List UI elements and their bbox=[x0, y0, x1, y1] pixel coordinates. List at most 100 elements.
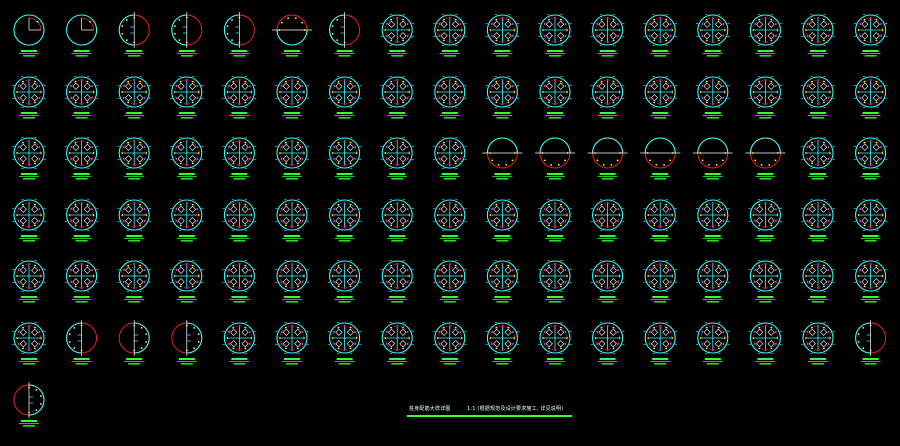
rebar-dot bbox=[774, 220, 777, 222]
rebar-dot bbox=[291, 164, 293, 166]
rebar-dot bbox=[301, 97, 304, 99]
pile-section-detail bbox=[169, 136, 204, 180]
pile-section-detail bbox=[748, 13, 783, 57]
rebar-dot bbox=[238, 325, 241, 327]
rebar-dot bbox=[89, 20, 91, 23]
rebar-dot bbox=[80, 226, 83, 228]
rebar-dot bbox=[511, 97, 514, 99]
rebar-dot bbox=[805, 91, 807, 93]
rebar-dot bbox=[396, 325, 399, 327]
quadrant-stirrup bbox=[241, 278, 249, 286]
quadrant-stirrup bbox=[820, 20, 828, 28]
rebar-dot bbox=[862, 326, 865, 329]
pile-section-detail bbox=[432, 198, 467, 242]
quadrant-stirrup bbox=[188, 82, 197, 90]
quadrant-stirrup bbox=[346, 94, 354, 102]
rebar-dot bbox=[827, 269, 830, 271]
rebar-dot bbox=[491, 343, 493, 345]
rebar-dot bbox=[244, 285, 247, 288]
quadrant-stirrup bbox=[767, 217, 775, 225]
rebar-dot bbox=[17, 146, 20, 148]
quadrant-stirrup bbox=[177, 94, 185, 102]
detail-scale-mark bbox=[864, 240, 877, 242]
quadrant-stirrup bbox=[19, 155, 27, 163]
rebar-dot bbox=[705, 285, 708, 288]
rebar-dot bbox=[596, 269, 599, 271]
pile-section-detail bbox=[169, 75, 204, 119]
pile-section-detail bbox=[432, 259, 467, 303]
rebar-dot bbox=[612, 326, 615, 329]
detail-scale-mark bbox=[338, 117, 351, 119]
quadrant-stirrup bbox=[703, 328, 711, 336]
rebar-dot bbox=[385, 343, 388, 345]
detail-label-mark bbox=[178, 173, 195, 175]
rebar-dot bbox=[602, 163, 605, 166]
rebar-dot bbox=[248, 97, 251, 99]
quadrant-stirrup bbox=[872, 143, 880, 151]
rebar-dot bbox=[238, 263, 241, 265]
rebar-dot bbox=[349, 326, 352, 329]
quadrant-stirrup bbox=[820, 94, 828, 102]
rebar-dot bbox=[36, 20, 39, 23]
rebar-dot bbox=[436, 337, 439, 339]
rebar-dot bbox=[70, 158, 73, 160]
outer-half-ring bbox=[697, 137, 729, 154]
rebar-dot bbox=[764, 41, 767, 43]
rebar-dot bbox=[86, 285, 89, 288]
rebar-dot bbox=[92, 214, 95, 216]
rebar-dot bbox=[823, 224, 825, 227]
rebar-dot bbox=[758, 347, 761, 350]
rebar-dot bbox=[406, 220, 409, 222]
quadrant-stirrup bbox=[504, 20, 512, 28]
rebar-dot bbox=[560, 264, 562, 267]
rebar-dot bbox=[863, 162, 866, 165]
rebar-dot bbox=[248, 158, 251, 160]
quadrant-stirrup bbox=[493, 205, 501, 213]
detail-label-mark bbox=[547, 173, 563, 175]
rebar-dot bbox=[385, 35, 388, 37]
detail-label-mark bbox=[284, 112, 300, 114]
pile-section-detail bbox=[485, 75, 520, 119]
rebar-dot bbox=[40, 214, 42, 216]
rebar-dot bbox=[507, 347, 510, 350]
rebar-dot bbox=[301, 208, 304, 210]
quadrant-stirrup bbox=[399, 20, 407, 28]
rebar-dot bbox=[408, 91, 411, 93]
rebar-dot bbox=[669, 281, 672, 283]
rebar-dot bbox=[647, 214, 650, 216]
pile-section-detail bbox=[643, 13, 678, 57]
quadrant-stirrup bbox=[83, 217, 91, 225]
rebar-dot bbox=[354, 269, 356, 271]
rebar-dot bbox=[436, 214, 439, 216]
pile-section-detail bbox=[12, 136, 46, 180]
rebar-dot bbox=[617, 220, 619, 222]
rebar-dot bbox=[16, 152, 18, 154]
rebar-dot bbox=[442, 80, 445, 83]
rebar-dot bbox=[811, 39, 813, 42]
rebar-dot bbox=[297, 224, 299, 227]
quadrant-stirrup bbox=[504, 328, 512, 336]
rebar-dot bbox=[343, 41, 346, 44]
rebar-dot bbox=[862, 347, 865, 350]
quadrant-stirrup bbox=[451, 20, 460, 28]
quadrant-stirrup bbox=[451, 82, 460, 90]
rebar-dot bbox=[343, 164, 346, 166]
rebar-dot bbox=[354, 85, 356, 87]
rebar-dot bbox=[191, 264, 194, 267]
rebar-dot bbox=[185, 140, 188, 142]
quadrant-stirrup bbox=[808, 20, 816, 28]
rebar-dot bbox=[754, 343, 756, 345]
rebar-dot bbox=[770, 80, 773, 83]
rebar-dot bbox=[776, 275, 779, 277]
rebar-dot bbox=[863, 224, 866, 227]
rebar-dot bbox=[600, 347, 603, 350]
rebar-dot bbox=[564, 23, 567, 25]
detail-label-mark bbox=[336, 235, 353, 237]
detail-scale-mark bbox=[391, 178, 404, 180]
rebar-dot bbox=[548, 264, 550, 267]
detail-scale-mark bbox=[338, 55, 351, 57]
rebar-dot bbox=[68, 333, 71, 336]
rebar-dot bbox=[291, 226, 293, 228]
rebar-dot bbox=[711, 287, 714, 289]
rebar-dot bbox=[92, 152, 95, 154]
